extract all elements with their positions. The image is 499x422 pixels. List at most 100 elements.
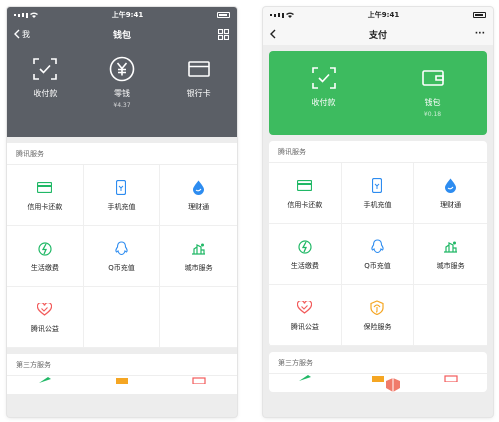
credit-card-icon — [37, 181, 53, 193]
wallet-icon — [421, 70, 444, 86]
wealth-management[interactable]: 理财通 — [414, 163, 487, 224]
tencent-services: 腾讯服务 信用卡还款 手机充值 理财通 生活缴费 — [269, 141, 487, 346]
back-label: 我 — [22, 29, 30, 39]
chevron-left-icon — [270, 29, 276, 39]
wallet-phone: 上午9:41 我 钱包 收付款 零钱 ¥4.37 银行卡 腾讯服务 信用卡还款 … — [7, 7, 237, 417]
tencent-charity[interactable]: 腾讯公益 — [269, 285, 342, 346]
water-drop-icon — [193, 180, 205, 195]
plane-icon[interactable] — [298, 374, 312, 382]
back-button[interactable] — [269, 23, 276, 45]
item-label: 信用卡还款 — [27, 203, 63, 211]
water-drop-icon — [445, 178, 457, 193]
item-label: 城市服务 — [436, 262, 465, 270]
wallet-header: 上午9:41 我 钱包 收付款 零钱 ¥4.37 银行卡 — [7, 7, 237, 137]
bag-icon[interactable] — [115, 376, 129, 384]
grid-empty-cell — [414, 285, 487, 346]
phone-icon — [372, 177, 383, 193]
signal-icon — [14, 12, 38, 18]
wallet-button[interactable]: 钱包 ¥0.18 — [398, 65, 468, 118]
penguin-icon — [371, 238, 384, 253]
battery-icon — [472, 12, 486, 18]
grid-icon — [218, 28, 229, 40]
credit-card-repay[interactable]: 信用卡还款 — [7, 165, 84, 226]
credit-card-icon — [297, 179, 313, 191]
status-bar: 上午9:41 — [7, 7, 237, 23]
scan-check-icon — [311, 67, 336, 89]
item-label: Q币充值 — [108, 264, 135, 272]
signal-icon — [270, 12, 294, 18]
nav-bar: 支付 ··· — [263, 23, 493, 45]
city-services[interactable]: 城市服务 — [160, 226, 237, 287]
tencent-charity[interactable]: 腾讯公益 — [7, 287, 84, 348]
section-title: 第三方服务 — [269, 352, 487, 374]
receive-pay-button[interactable]: 收付款 — [289, 65, 359, 108]
insurance-service[interactable]: 保险服务 — [341, 285, 415, 346]
receive-pay-label: 收付款 — [311, 98, 336, 107]
utility-payment[interactable]: 生活缴费 — [269, 224, 342, 285]
wallet-balance: ¥0.18 — [423, 111, 442, 118]
wallet-grid-button[interactable] — [218, 23, 229, 45]
item-label: 理财通 — [440, 201, 462, 209]
yen-coin-icon — [109, 56, 135, 82]
wifi-icon — [286, 12, 294, 18]
item-label: 保险服务 — [363, 323, 392, 331]
lightning-icon — [298, 239, 312, 254]
item-label: 信用卡还款 — [287, 201, 323, 209]
bank-card-icon — [187, 61, 210, 77]
battery-icon — [216, 12, 230, 18]
pay-hero-card: 收付款 钱包 ¥0.18 — [269, 51, 487, 135]
city-icon — [444, 241, 458, 253]
plane-icon[interactable] — [38, 376, 52, 384]
status-time: 上午9:41 — [111, 11, 144, 19]
gift-icon[interactable] — [192, 376, 206, 384]
change-button[interactable]: 零钱 ¥4.37 — [87, 56, 157, 109]
more-button[interactable]: ··· — [475, 23, 485, 45]
qcoin-recharge[interactable]: Q币充值 — [83, 226, 161, 287]
credit-card-repay[interactable]: 信用卡还款 — [269, 163, 342, 224]
bag-icon[interactable] — [371, 374, 385, 382]
section-title: 腾讯服务 — [269, 141, 487, 163]
utility-payment[interactable]: 生活缴费 — [7, 226, 84, 287]
third-party-services: 第三方服务 — [269, 352, 487, 392]
status-bar: 上午9:41 — [263, 7, 493, 23]
back-button[interactable]: 我 — [13, 23, 30, 45]
gift-icon[interactable] — [444, 374, 458, 382]
nav-bar: 我 钱包 — [7, 23, 237, 45]
status-time: 上午9:41 — [367, 11, 400, 19]
tencent-grid: 信用卡还款 手机充值 理财通 生活缴费 Q币充值 — [7, 165, 237, 348]
wallet-label: 钱包 — [424, 98, 441, 107]
page-title: 钱包 — [112, 30, 131, 41]
third-party-icons-row — [7, 376, 237, 394]
change-balance: ¥4.37 — [113, 102, 131, 109]
item-label: 腾讯公益 — [290, 323, 319, 331]
mobile-recharge[interactable]: 手机充值 — [341, 163, 415, 224]
penguin-icon — [115, 240, 128, 255]
item-label: 城市服务 — [184, 264, 213, 272]
change-label: 零钱 — [113, 89, 130, 98]
third-party-icons-row — [269, 374, 487, 392]
item-label: 手机充值 — [107, 203, 136, 211]
mobile-recharge[interactable]: 手机充值 — [83, 165, 161, 226]
page-title: 支付 — [368, 30, 387, 41]
bank-card-button[interactable]: 银行卡 — [164, 56, 234, 99]
tencent-grid: 信用卡还款 手机充值 理财通 生活缴费 Q币充值 — [269, 163, 487, 346]
tencent-services: 腾讯服务 信用卡还款 手机充值 理财通 生活缴费 — [7, 143, 237, 348]
city-services[interactable]: 城市服务 — [414, 224, 487, 285]
section-title: 腾讯服务 — [7, 143, 237, 165]
item-label: 手机充值 — [363, 201, 392, 209]
item-label: 理财通 — [188, 203, 210, 211]
item-label: 生活缴费 — [290, 262, 319, 270]
phone-icon — [116, 179, 127, 195]
heart-icon — [37, 302, 53, 316]
item-label: Q币充值 — [364, 262, 391, 270]
wifi-icon — [30, 12, 38, 18]
lightning-icon — [38, 241, 52, 256]
chevron-left-icon — [14, 29, 20, 39]
city-icon — [192, 243, 206, 255]
qcoin-recharge[interactable]: Q币充值 — [341, 224, 415, 285]
item-label: 生活缴费 — [30, 264, 59, 272]
grid-empty-cell — [160, 287, 237, 348]
receive-pay-button[interactable]: 收付款 — [10, 56, 80, 99]
wealth-management[interactable]: 理财通 — [160, 165, 237, 226]
third-party-services: 第三方服务 — [7, 354, 237, 394]
